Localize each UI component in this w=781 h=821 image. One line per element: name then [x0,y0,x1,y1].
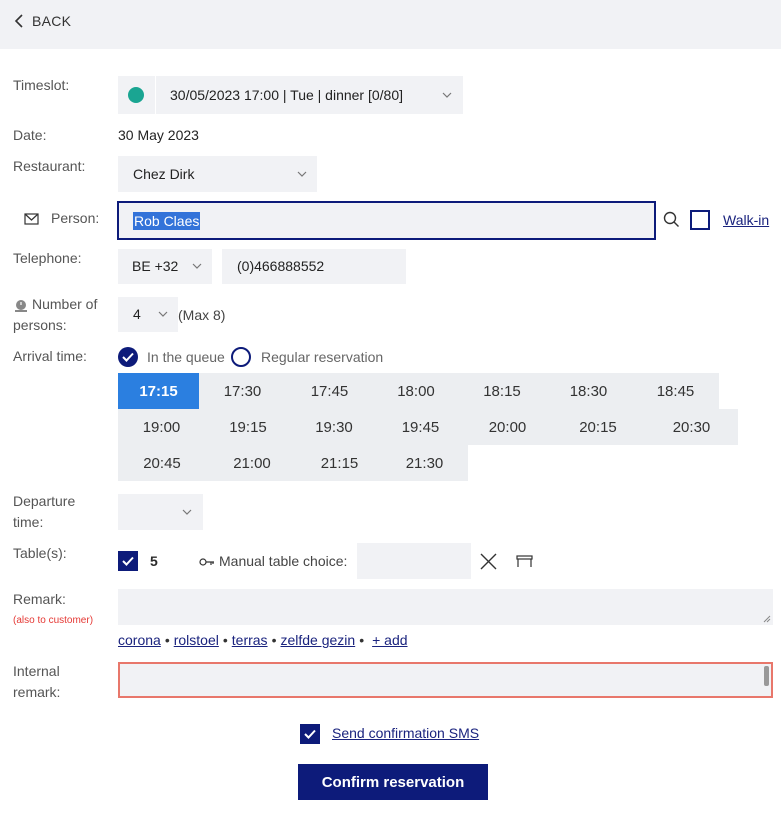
remark-textarea[interactable] [118,589,773,625]
remark-sublabel: (also to customer) [13,615,94,626]
arrival-time-option[interactable]: 20:45 [118,445,206,481]
top-bar [0,0,781,49]
check-icon [304,729,316,739]
regular-radio[interactable] [231,347,251,367]
restaurant-value: Chez Dirk [133,166,195,182]
remark-label: Remark: [13,591,66,607]
internal-remark-label-line2: remark: [13,684,61,700]
arrival-time-option[interactable]: 17:30 [199,373,286,409]
timeslot-select[interactable]: 30/05/2023 17:00 | Tue | dinner [0/80] [118,76,463,114]
walkin-checkbox[interactable] [690,210,710,230]
arrival-time-option[interactable]: 17:15 [118,373,199,409]
queue-label: In the queue [147,349,225,365]
add-tag-link[interactable]: + add [372,632,407,648]
envelope-icon[interactable] [24,213,39,225]
arrival-time-option[interactable]: 21:30 [381,445,468,481]
arrival-time-option[interactable]: 20:30 [645,409,738,445]
search-icon[interactable] [663,211,680,228]
manual-table-input[interactable] [357,543,471,579]
resize-handle-icon[interactable] [763,615,771,623]
arrival-time-option[interactable]: 21:15 [298,445,381,481]
timeslot-divider [155,76,156,114]
persons-value: 4 [133,306,141,322]
sms-link[interactable]: Send confirmation SMS [332,725,479,741]
table-number: 5 [150,553,158,569]
telephone-value: (0)466888552 [237,258,325,274]
regular-label: Regular reservation [261,349,384,365]
check-icon [122,556,134,566]
restaurant-select[interactable]: Chez Dirk [118,156,317,192]
person-value: Rob Claes [133,212,201,230]
tag-separator: • [359,632,365,648]
key-icon [199,558,214,566]
departure-select[interactable] [118,494,203,530]
persons-label-line2: persons: [13,317,67,333]
person-label: Person: [51,210,100,226]
scrollbar-thumb[interactable] [764,666,769,686]
back-label: BACK [32,13,72,29]
tag-separator: • [271,632,277,648]
timeslot-status-dot [128,87,144,103]
departure-label-line1: Departure [13,493,76,509]
arrival-time-option[interactable]: 17:45 [286,373,373,409]
internal-remark-textarea[interactable] [118,662,773,698]
arrival-label: Arrival time: [13,348,87,364]
arrival-time-option[interactable]: 18:45 [632,373,719,409]
telephone-input[interactable]: (0)466888552 [222,249,406,284]
persons-icon [15,300,27,312]
arrival-time-option[interactable]: 19:30 [291,409,377,445]
arrival-time-option[interactable]: 18:30 [545,373,632,409]
check-icon [122,352,134,362]
arrival-time-option[interactable]: 21:00 [206,445,298,481]
restaurant-label: Restaurant: [13,158,86,174]
timeslot-label: Timeslot: [13,77,70,93]
close-icon[interactable] [480,553,497,570]
telephone-label: Telephone: [13,250,82,266]
internal-remark-label-line1: Internal [13,663,60,679]
country-code-value: BE +32 [132,258,179,274]
tag-separator: • [222,632,228,648]
arrival-time-option[interactable]: 19:45 [377,409,464,445]
sms-checkbox[interactable] [300,724,320,744]
chevron-down-icon [182,509,192,515]
queue-radio[interactable] [118,347,138,367]
table-layout-icon[interactable] [516,555,533,568]
tables-label: Table(s): [13,545,67,561]
confirm-reservation-button[interactable]: Confirm reservation [298,764,488,800]
timeslot-value: 30/05/2023 17:00 | Tue | dinner [0/80] [170,87,404,103]
arrival-time-option[interactable]: 18:00 [373,373,459,409]
person-input[interactable]: Rob Claes [117,201,656,240]
arrival-time-option[interactable]: 19:00 [118,409,205,445]
arrival-time-option[interactable]: 19:15 [205,409,291,445]
table-checkbox[interactable] [118,551,138,571]
chevron-left-icon [14,14,23,28]
arrival-time-option[interactable]: 20:15 [551,409,645,445]
remark-tag[interactable]: rolstoel [174,632,219,648]
chevron-down-icon [158,311,168,317]
remark-tags: corona • rolstoel • terras • zelfde gezi… [118,632,408,648]
arrival-time-option[interactable]: 20:00 [464,409,551,445]
chevron-down-icon [442,92,452,98]
arrival-time-option[interactable]: 18:15 [459,373,545,409]
remark-tag[interactable]: zelfde gezin [280,632,355,648]
back-button[interactable]: BACK [14,11,71,31]
persons-select[interactable]: 4 [118,297,178,332]
remark-tag[interactable]: corona [118,632,161,648]
country-code-select[interactable]: BE +32 [118,249,212,284]
manual-table-label: Manual table choice: [219,553,348,569]
persons-label-line1: Number of [32,296,98,312]
remark-tag[interactable]: terras [232,632,268,648]
date-label: Date: [13,127,47,143]
chevron-down-icon [297,171,307,177]
persons-max-note: (Max 8) [178,307,226,323]
date-value: 30 May 2023 [118,127,199,143]
walkin-link[interactable]: Walk-in [723,212,769,228]
departure-label-line2: time: [13,514,44,530]
chevron-down-icon [192,263,202,269]
tag-separator: • [164,632,170,648]
